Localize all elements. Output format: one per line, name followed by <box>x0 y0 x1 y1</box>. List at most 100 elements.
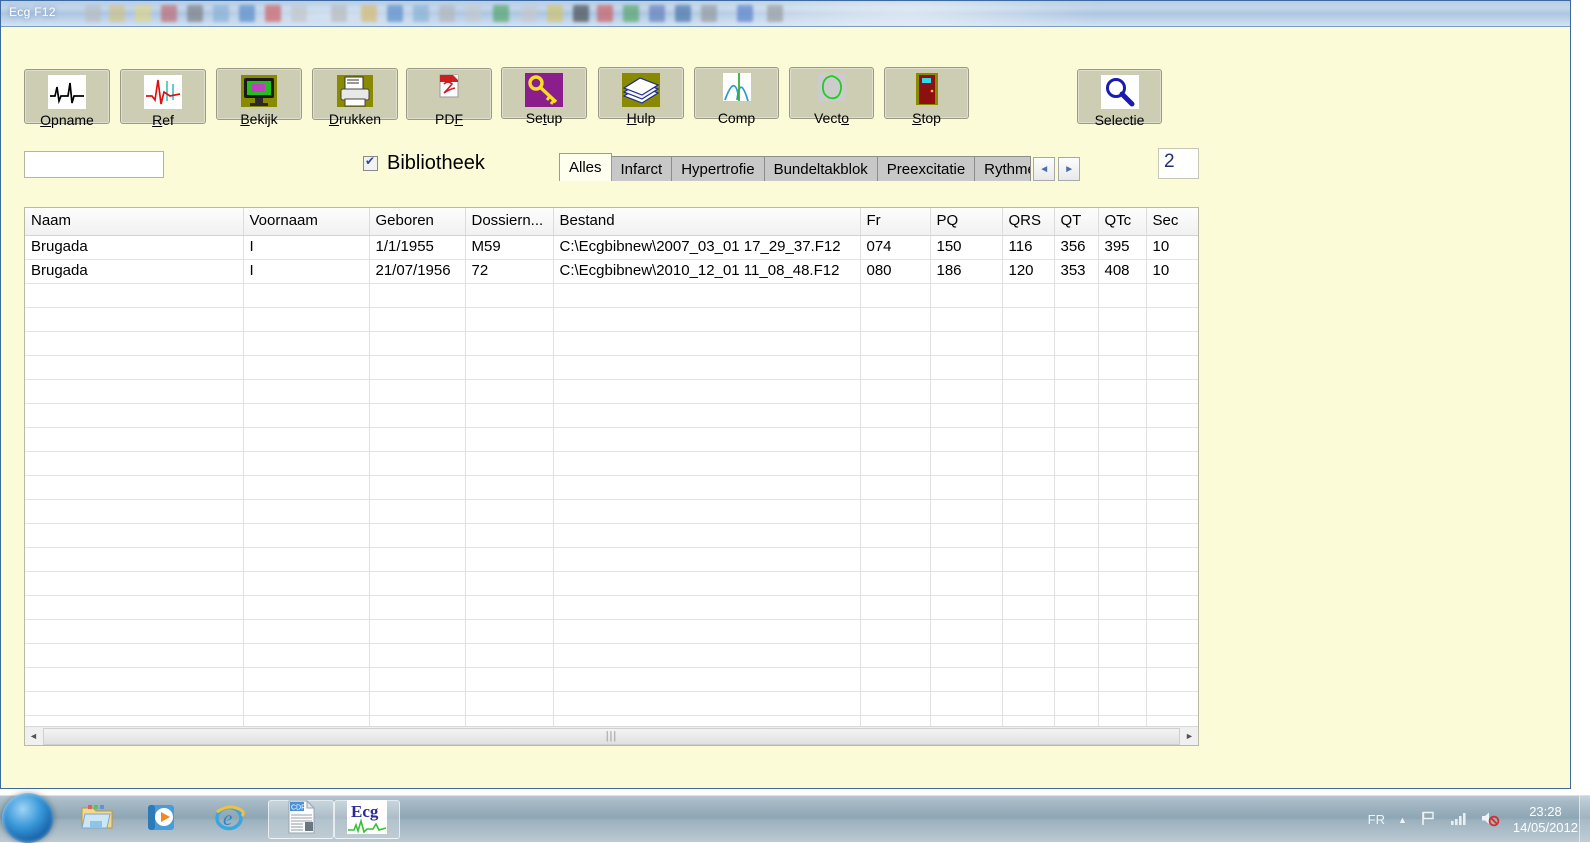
column-header-bestand[interactable]: Bestand <box>553 208 861 236</box>
taskbar-ecg-app[interactable]: Ecg <box>334 800 400 839</box>
toolbar-button-label: PDF <box>434 111 463 127</box>
table-row-empty[interactable] <box>25 667 1198 692</box>
table-cell-empty <box>1054 595 1099 620</box>
start-button-icon[interactable] <box>2 793 54 843</box>
table-cell-empty <box>1146 595 1198 620</box>
toolbar-button-ref[interactable]: Ref <box>120 69 206 128</box>
show-desktop-button[interactable] <box>1579 796 1590 843</box>
table-cell-empty <box>860 307 931 332</box>
table-row-empty[interactable] <box>25 619 1198 644</box>
table-cell: 395 <box>1098 235 1147 260</box>
show-hidden-icons-icon[interactable]: ▲ <box>1398 815 1407 825</box>
column-header-dossiern[interactable]: Dossiern... <box>465 208 554 236</box>
table-row-empty[interactable] <box>25 595 1198 620</box>
scroll-left-arrow-icon[interactable]: ◄ <box>25 728 42 745</box>
speaker-muted-icon[interactable] <box>1480 810 1500 830</box>
media-player-icon <box>145 802 177 837</box>
table-row-empty[interactable] <box>25 427 1198 452</box>
tab-infarct[interactable]: Infarct <box>610 156 673 181</box>
tab-next-arrow-icon[interactable]: ► <box>1058 157 1081 181</box>
record-count-field[interactable]: 2 <box>1158 148 1199 179</box>
table-cell-empty <box>243 331 370 356</box>
tab-alles[interactable]: Alles <box>559 153 612 181</box>
taskbar-file-explorer[interactable] <box>68 800 126 839</box>
clock[interactable]: 23:28 14/05/2012 <box>1513 804 1578 836</box>
table-cell-empty <box>1146 691 1198 716</box>
table-cell-empty <box>553 403 861 428</box>
taskbar-internet-explorer[interactable]: e <box>200 800 258 839</box>
toolbar-button-setup[interactable]: Setup <box>501 67 587 126</box>
toolbar-button-pdf[interactable]: PDF <box>406 68 492 127</box>
scroll-right-arrow-icon[interactable]: ► <box>1181 728 1198 745</box>
table-cell-empty <box>369 523 466 548</box>
horizontal-scrollbar[interactable]: ◄ ||| ► <box>25 726 1198 745</box>
table-row-empty[interactable] <box>25 355 1198 380</box>
toolbar-button-stop[interactable]: Stop <box>884 67 969 126</box>
scrollbar-thumb[interactable]: ||| <box>43 727 1180 745</box>
toolbar-button-drukken[interactable]: Drukken <box>312 68 398 127</box>
table-row[interactable]: Brugada I 1/1/1955 M59 C:\Ecgbibnew\2007_03_… <box>25 235 1198 260</box>
table-cell-empty <box>1098 475 1147 500</box>
table-cell-empty <box>1098 379 1147 404</box>
tab-bundeltakblok[interactable]: Bundeltakblok <box>763 156 878 181</box>
taskbar-cdf-document[interactable]: CDF <box>268 799 334 839</box>
tab-rythme[interactable]: Rythme <box>974 156 1032 181</box>
table-cell-empty <box>1146 403 1198 428</box>
tab-hypertrofie[interactable]: Hypertrofie <box>671 156 765 181</box>
taskbar-media-player[interactable] <box>132 800 190 839</box>
column-header-voornaam[interactable]: Voornaam <box>243 208 370 236</box>
red-door-icon <box>904 72 950 108</box>
search-input[interactable] <box>24 151 164 178</box>
table-cell-empty <box>1054 451 1099 476</box>
table-row-empty[interactable] <box>25 475 1198 500</box>
column-header-sec[interactable]: Sec <box>1146 208 1198 236</box>
column-header-geboren[interactable]: Geboren <box>369 208 466 236</box>
checkbox-box[interactable] <box>363 154 378 171</box>
table-cell-empty <box>930 571 1003 596</box>
table-row-empty[interactable] <box>25 643 1198 668</box>
table-cell-empty <box>1146 379 1198 404</box>
table-cell-empty <box>860 523 931 548</box>
table-row-empty[interactable] <box>25 547 1198 572</box>
network-bars-icon[interactable] <box>1450 811 1467 829</box>
table-row-empty[interactable] <box>25 379 1198 404</box>
table-row-empty[interactable] <box>25 331 1198 356</box>
column-header-naam[interactable]: Naam <box>25 208 244 236</box>
toolbar-button-hulp[interactable]: Hulp <box>598 67 684 126</box>
column-header-pq[interactable]: PQ <box>930 208 1003 236</box>
column-header-qt[interactable]: QT <box>1054 208 1099 236</box>
table-row-empty[interactable] <box>25 283 1198 308</box>
column-header-qrs[interactable]: QRS <box>1002 208 1055 236</box>
toolbar-button-opname[interactable]: Opname <box>24 69 110 128</box>
tab-prev-arrow-icon[interactable]: ◄ <box>1033 157 1056 181</box>
table-cell-empty <box>930 499 1003 524</box>
table-row-empty[interactable] <box>25 307 1198 332</box>
table-row-empty[interactable] <box>25 571 1198 596</box>
table-row-empty[interactable] <box>25 403 1198 428</box>
toolbar-button-vecto[interactable]: Vecto <box>789 67 874 126</box>
table-cell-empty <box>930 547 1003 572</box>
table-cell-empty <box>553 331 861 356</box>
tab-preexcitatie[interactable]: Preexcitatie <box>876 156 976 181</box>
table-cell-empty <box>1002 451 1055 476</box>
library-checkbox[interactable]: Bibliotheek <box>363 152 485 175</box>
toolbar-button-bekijk[interactable]: Bekijk <box>216 68 302 127</box>
table-cell-empty <box>1054 307 1099 332</box>
table-cell-empty <box>465 667 554 692</box>
table-row-empty[interactable] <box>25 451 1198 476</box>
table-cell-empty <box>465 307 554 332</box>
language-indicator[interactable]: FR <box>1368 812 1385 827</box>
table-cell-empty <box>243 379 370 404</box>
table-cell-empty <box>25 619 244 644</box>
toolbar-button-comp[interactable]: Comp <box>694 67 779 126</box>
flag-icon[interactable] <box>1420 810 1437 830</box>
table-row-empty[interactable] <box>25 691 1198 716</box>
table-row[interactable]: Brugada I 21/07/1956 72 C:\Ecgbibnew\2010_12… <box>25 259 1198 284</box>
table-cell: 074 <box>860 235 931 260</box>
table-row-empty[interactable] <box>25 499 1198 524</box>
column-header-fr[interactable]: Fr <box>860 208 931 236</box>
table-row-empty[interactable] <box>25 523 1198 548</box>
toolbar-button-selectie[interactable]: Selectie <box>1077 69 1162 128</box>
table-cell-empty <box>465 331 554 356</box>
column-header-qtc[interactable]: QTc <box>1098 208 1147 236</box>
